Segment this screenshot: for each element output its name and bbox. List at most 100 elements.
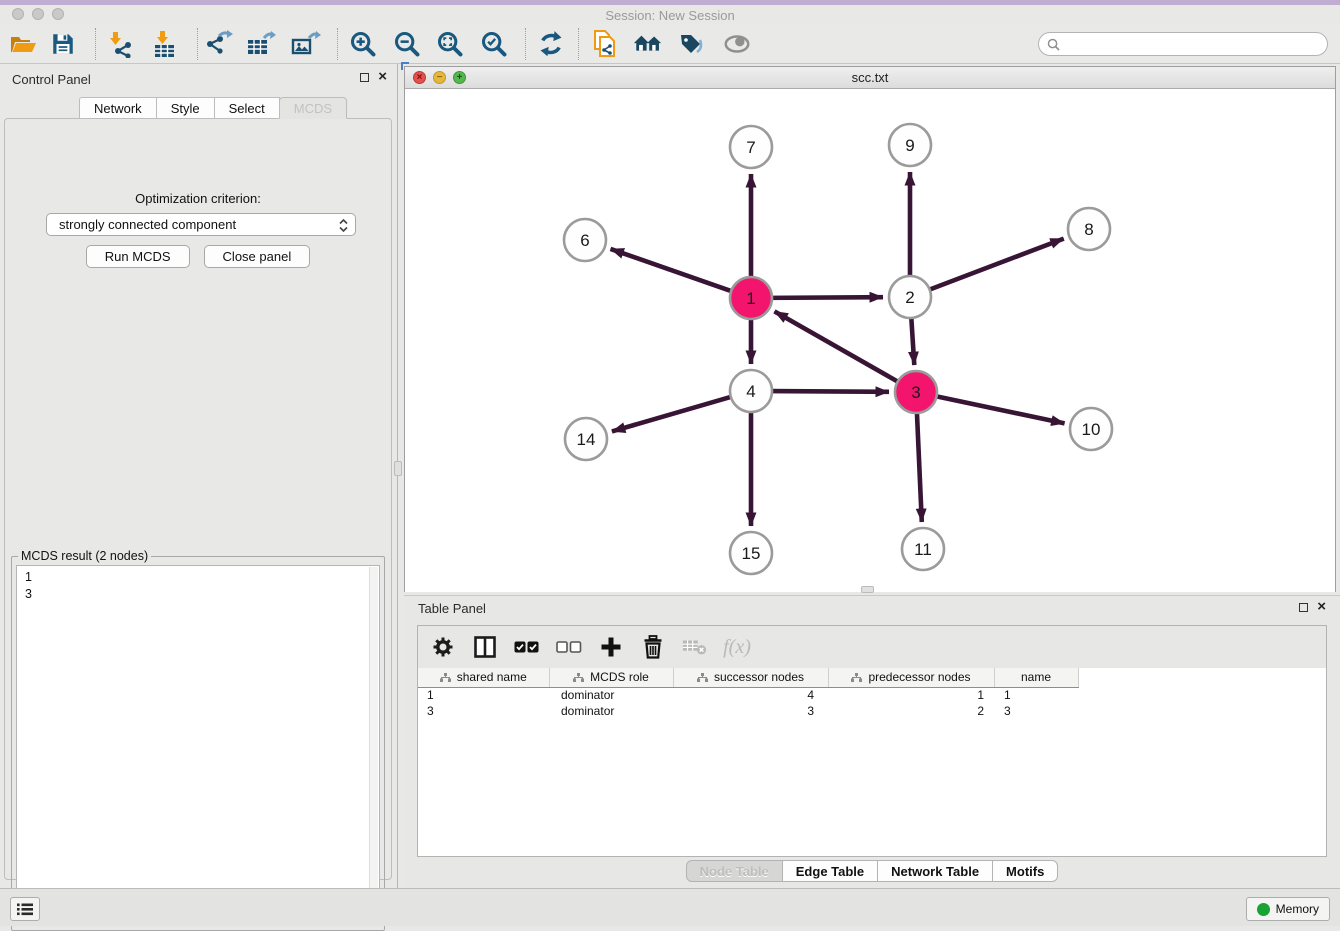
- tab-style[interactable]: Style: [156, 97, 215, 119]
- edge-4-14[interactable]: [612, 396, 734, 431]
- dropdown-stepper-icon: [339, 218, 348, 233]
- delete-column-icon[interactable]: [640, 634, 666, 660]
- mcds-result-textarea[interactable]: 1 3: [16, 565, 380, 924]
- run-mcds-button[interactable]: Run MCDS: [86, 245, 190, 268]
- graph-node-9[interactable]: 9: [889, 124, 931, 166]
- tab-motifs[interactable]: Motifs: [992, 860, 1058, 882]
- edge-4-3[interactable]: [769, 391, 889, 392]
- float-panel-icon[interactable]: [360, 73, 369, 82]
- tab-network-table[interactable]: Network Table: [877, 860, 993, 882]
- zoom-selected-icon[interactable]: [479, 29, 509, 59]
- import-table-icon[interactable]: [150, 29, 180, 59]
- network-window-titlebar[interactable]: × − + scc.txt: [405, 67, 1335, 89]
- horizontal-splitter-grip[interactable]: [861, 586, 874, 593]
- svg-text:7: 7: [746, 138, 755, 157]
- graph-node-11[interactable]: 11: [902, 528, 944, 570]
- float-table-panel-icon[interactable]: [1299, 603, 1308, 612]
- network-window-title: scc.txt: [405, 70, 1335, 85]
- tab-network[interactable]: Network: [79, 97, 157, 119]
- network-canvas[interactable]: 1 2 3 4 6 7 8 9 10 11 14 15: [405, 89, 1335, 592]
- tab-edge-table[interactable]: Edge Table: [782, 860, 878, 882]
- zoom-fit-icon[interactable]: [435, 29, 465, 59]
- network-view-window: × − + scc.txt 1 2 3 4 6 7 8 9 10 11 14 15: [404, 66, 1336, 592]
- function-builder-icon[interactable]: f(x): [724, 634, 750, 660]
- show-hide-icon[interactable]: [722, 29, 752, 59]
- memory-label: Memory: [1276, 902, 1319, 916]
- graph-node-4[interactable]: 4: [730, 370, 772, 412]
- edge-3-1[interactable]: [774, 311, 900, 383]
- svg-text:3: 3: [911, 383, 920, 402]
- vertical-splitter-grip[interactable]: [394, 461, 402, 476]
- column-header-shared-name[interactable]: shared name: [418, 668, 549, 687]
- svg-text:10: 10: [1082, 420, 1101, 439]
- memory-button[interactable]: Memory: [1246, 897, 1330, 921]
- edge-1-6[interactable]: [610, 249, 734, 292]
- graph-node-14[interactable]: 14: [565, 418, 607, 460]
- zoom-in-icon[interactable]: [348, 29, 378, 59]
- titlebar[interactable]: Session: New Session: [0, 5, 1340, 24]
- tab-mcds[interactable]: MCDS: [279, 97, 347, 119]
- refresh-icon[interactable]: [536, 29, 566, 59]
- table-panel-tabs: Node TableEdge TableNetwork TableMotifs: [404, 860, 1340, 882]
- toolbar-separator: [95, 28, 96, 60]
- table-panel-title: Table Panel: [418, 601, 486, 616]
- save-session-icon[interactable]: [48, 29, 78, 59]
- node-table[interactable]: shared nameMCDS rolesuccessor nodesprede…: [418, 668, 1326, 856]
- tab-node-table[interactable]: Node Table: [686, 860, 783, 882]
- hide-labels-icon[interactable]: [677, 29, 707, 59]
- close-table-panel-icon[interactable]: ×: [1317, 601, 1326, 613]
- add-column-icon[interactable]: [598, 634, 624, 660]
- graph-node-7[interactable]: 7: [730, 126, 772, 168]
- column-header-name[interactable]: name: [994, 668, 1078, 687]
- destroy-table-icon[interactable]: [682, 634, 708, 660]
- graph-node-15[interactable]: 15: [730, 532, 772, 574]
- close-panel-icon[interactable]: ×: [378, 71, 387, 83]
- criterion-dropdown[interactable]: strongly connected component: [46, 213, 356, 236]
- search-input[interactable]: [1065, 34, 1320, 54]
- settings-gear-icon[interactable]: [430, 634, 456, 660]
- export-network-icon[interactable]: [204, 29, 234, 59]
- edge-2-8[interactable]: [927, 239, 1064, 291]
- column-header-successor-nodes[interactable]: successor nodes: [673, 668, 828, 687]
- control-panel-title: Control Panel: [12, 72, 91, 87]
- split-columns-icon[interactable]: [472, 634, 498, 660]
- duplicate-network-icon[interactable]: [590, 29, 620, 59]
- edge-2-3[interactable]: [911, 315, 914, 365]
- graph-node-1[interactable]: 1: [730, 277, 772, 319]
- toolbar-separator: [525, 28, 526, 60]
- graph-node-6[interactable]: 6: [564, 219, 606, 261]
- search-field[interactable]: [1038, 32, 1328, 56]
- table-row[interactable]: 1dominator411: [418, 687, 1078, 703]
- column-header-predecessor-nodes[interactable]: predecessor nodes: [828, 668, 994, 687]
- graph-node-2[interactable]: 2: [889, 276, 931, 318]
- close-panel-button[interactable]: Close panel: [204, 245, 311, 268]
- edge-1-2[interactable]: [769, 297, 883, 298]
- criterion-value: strongly connected component: [59, 217, 236, 232]
- toolbar-separator: [578, 28, 579, 60]
- zoom-out-icon[interactable]: [392, 29, 422, 59]
- column-header-mcds-role[interactable]: MCDS role: [549, 668, 673, 687]
- export-table-icon[interactable]: [246, 29, 276, 59]
- mcds-result-group: MCDS result (2 nodes) 1 3: [11, 549, 385, 931]
- home-icon[interactable]: [633, 29, 663, 59]
- graph-node-10[interactable]: 10: [1070, 408, 1112, 450]
- select-all-icon[interactable]: [514, 634, 540, 660]
- tab-select[interactable]: Select: [214, 97, 280, 119]
- memory-status-icon: [1257, 903, 1270, 916]
- import-network-icon[interactable]: [104, 29, 134, 59]
- svg-text:2: 2: [905, 288, 914, 307]
- main-toolbar: [0, 24, 1340, 64]
- svg-text:8: 8: [1084, 220, 1093, 239]
- table-panel: Table Panel ×: [404, 595, 1340, 888]
- edge-3-11[interactable]: [917, 410, 922, 522]
- result-scrollbar[interactable]: [369, 567, 378, 922]
- open-session-icon[interactable]: [8, 29, 38, 59]
- mcds-result-text: 1 3: [17, 566, 369, 923]
- edge-3-10[interactable]: [934, 396, 1065, 424]
- graph-node-8[interactable]: 8: [1068, 208, 1110, 250]
- export-image-icon[interactable]: [291, 29, 321, 59]
- deselect-all-icon[interactable]: [556, 634, 582, 660]
- task-history-button[interactable]: [10, 897, 40, 921]
- table-row[interactable]: 3dominator323: [418, 703, 1078, 719]
- graph-node-3[interactable]: 3: [895, 371, 937, 413]
